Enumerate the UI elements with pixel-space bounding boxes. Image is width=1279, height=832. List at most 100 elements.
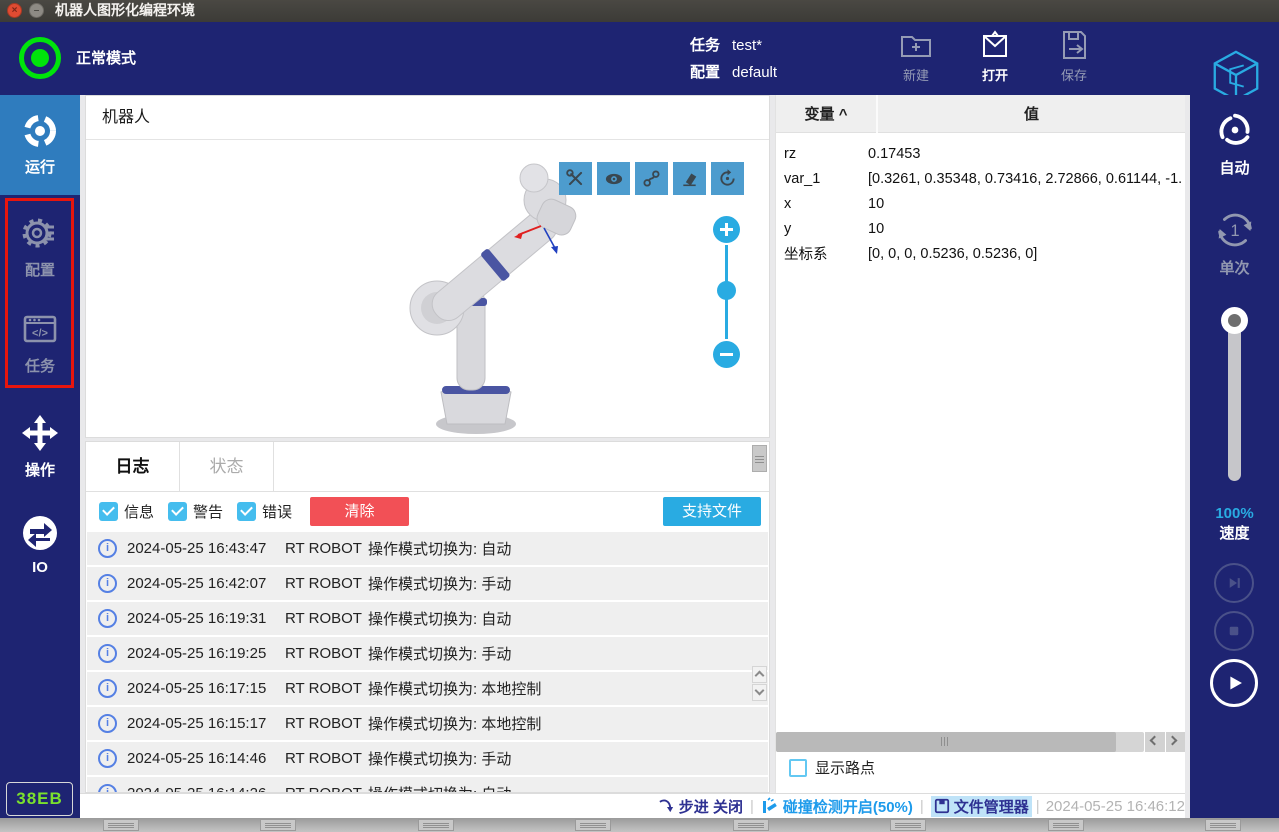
scroll-right-icon[interactable] xyxy=(1166,732,1186,752)
scroll-up-icon[interactable] xyxy=(752,666,767,683)
new-folder-icon xyxy=(887,27,945,63)
scroll-down-icon[interactable] xyxy=(752,684,767,701)
log-scrollbar-thumb[interactable] xyxy=(752,445,767,472)
log-row[interactable]: 2024-05-25 16:43:47 RT ROBOT 操作模式切换为: 自动 xyxy=(87,532,768,565)
eye-icon[interactable] xyxy=(597,162,630,195)
file-manager-status[interactable]: 文件管理器 xyxy=(930,795,1032,817)
header: 正常模式 任务 test* 配置 default 新建 打开 保存 xyxy=(0,22,1279,102)
robot-panel: 机器人 xyxy=(85,95,770,438)
info-icon xyxy=(98,574,117,593)
zoom-slider[interactable] xyxy=(716,245,736,339)
scroll-left-icon[interactable] xyxy=(1145,732,1165,752)
log-tabs: 日志 状态 xyxy=(86,442,769,492)
task-config-info: 任务 test* 配置 default xyxy=(690,32,777,86)
taskbar-thumbnail[interactable] xyxy=(575,819,611,831)
tools-icon[interactable] xyxy=(559,162,592,195)
step-arrow-icon xyxy=(659,799,673,812)
variable-row[interactable]: rz 0.17453 xyxy=(776,141,1185,166)
variable-row[interactable]: 坐标系 [0, 0, 0, 0.5236, 0.5236, 0] xyxy=(776,241,1185,266)
variables-value-header[interactable]: 值 xyxy=(878,103,1185,124)
log-row[interactable]: 2024-05-25 16:19:25 RT ROBOT 操作模式切换为: 手动 xyxy=(87,637,768,670)
zoom-slider-handle[interactable] xyxy=(716,281,736,300)
operate-label: 操作 xyxy=(24,462,55,479)
variable-row[interactable]: y 10 xyxy=(776,216,1185,241)
variables-panel: 变量 ^ 值 rz 0.17453 var_1 [0.3261, 0.35348… xyxy=(775,94,1186,793)
new-button[interactable]: 新建 xyxy=(887,27,945,84)
stop-button[interactable] xyxy=(1214,611,1254,651)
rotate-icon[interactable] xyxy=(711,162,744,195)
collision-icon xyxy=(762,797,777,813)
sidebar-item-io[interactable]: IO xyxy=(0,513,80,576)
checkbox-warning[interactable] xyxy=(168,501,188,521)
right-sidebar: 自动 1 单次 100% 速度 xyxy=(1190,95,1279,818)
taskbar-thumbnail[interactable] xyxy=(1048,819,1084,831)
variable-value: 10 xyxy=(868,195,885,212)
robot-3d-view[interactable] xyxy=(86,140,769,436)
log-row[interactable]: 2024-05-25 16:14:46 RT ROBOT 操作模式切换为: 手动 xyxy=(87,742,768,775)
task-label: 任务 xyxy=(690,37,721,54)
hscroll-thumb[interactable] xyxy=(776,732,1116,752)
variable-row[interactable]: x 10 xyxy=(776,191,1185,216)
robot-panel-title: 机器人 xyxy=(86,96,769,140)
zoom-in-icon[interactable] xyxy=(712,216,740,243)
sidebar-item-config[interactable]: 配置 xyxy=(0,213,80,280)
collision-status[interactable]: 碰撞检测开启(50%) xyxy=(761,796,913,817)
path-icon[interactable] xyxy=(635,162,668,195)
io-label: IO xyxy=(32,559,48,576)
skip-button[interactable] xyxy=(1214,563,1254,603)
app-window: 机器人图形化编程环境 正常模式 任务 test* 配置 default 新建 打开 xyxy=(0,0,1279,832)
variables-name-header[interactable]: 变量 ^ xyxy=(776,103,876,124)
tab-status[interactable]: 状态 xyxy=(180,442,274,491)
speed-readout: 100% 速度 xyxy=(1190,505,1279,543)
clear-button[interactable]: 清除 xyxy=(310,496,410,526)
status-badge: 38EB xyxy=(6,782,73,816)
taskbar-thumbnail[interactable] xyxy=(733,819,769,831)
sidebar-item-task[interactable]: </> 任务 xyxy=(0,309,80,376)
log-source: RT ROBOT xyxy=(285,610,362,627)
taskbar-thumbnail[interactable] xyxy=(890,819,926,831)
mode-single-button[interactable]: 1 单次 xyxy=(1190,207,1279,278)
support-files-button[interactable]: 支持文件 xyxy=(663,497,761,526)
zoom-out-icon[interactable] xyxy=(712,341,740,368)
titlebar: 机器人图形化编程环境 xyxy=(0,0,1279,22)
taskbar-thumbnail[interactable] xyxy=(1205,819,1241,831)
save-button[interactable]: 保存 xyxy=(1045,27,1103,84)
speed-slider-handle[interactable] xyxy=(1221,307,1248,334)
log-row[interactable]: 2024-05-25 16:17:15 RT ROBOT 操作模式切换为: 本地… xyxy=(87,672,768,705)
variable-name: x xyxy=(784,195,792,212)
log-row[interactable]: 2024-05-25 16:42:07 RT ROBOT 操作模式切换为: 手动 xyxy=(87,567,768,600)
show-waypoints-checkbox[interactable] xyxy=(789,758,807,777)
checkbox-warning-label: 警告 xyxy=(193,503,224,521)
log-list[interactable]: 2024-05-25 16:43:47 RT ROBOT 操作模式切换为: 自动… xyxy=(86,530,769,792)
log-message: 操作模式切换为: 本地控制 xyxy=(368,681,542,698)
config-row: 配置 default xyxy=(690,59,777,86)
log-message: 操作模式切换为: 自动 xyxy=(368,611,512,628)
tab-log[interactable]: 日志 xyxy=(86,442,180,491)
close-icon[interactable] xyxy=(7,3,22,18)
log-message: 操作模式切换为: 手动 xyxy=(368,646,512,663)
log-row[interactable]: 2024-05-25 16:14:26 RT ROBOT 操作模式切换为: 自动 xyxy=(87,777,768,792)
taskbar-thumbnail[interactable] xyxy=(260,819,296,831)
checkbox-info-label: 信息 xyxy=(124,503,155,521)
checkbox-error[interactable] xyxy=(237,501,257,521)
log-row[interactable]: 2024-05-25 16:19:31 RT ROBOT 操作模式切换为: 自动 xyxy=(87,602,768,635)
mode-auto-button[interactable]: 自动 xyxy=(1190,107,1279,178)
speed-slider-track[interactable] xyxy=(1228,321,1241,481)
taskbar-thumbnail[interactable] xyxy=(418,819,454,831)
auto-swirl-icon xyxy=(1190,107,1279,153)
status-separator: | xyxy=(749,797,754,815)
config-label: 配置 xyxy=(24,262,55,279)
open-button[interactable]: 打开 xyxy=(966,27,1024,84)
auto-label: 自动 xyxy=(1219,160,1250,177)
taskbar-thumbnail[interactable] xyxy=(103,819,139,831)
step-status[interactable]: 步进 关闭 xyxy=(658,796,743,817)
variable-row[interactable]: var_1 [0.3261, 0.35348, 0.73416, 2.72866… xyxy=(776,166,1185,191)
minimize-icon[interactable] xyxy=(29,3,44,18)
sidebar-item-operate[interactable]: 操作 xyxy=(0,413,80,480)
log-row[interactable]: 2024-05-25 16:15:17 RT ROBOT 操作模式切换为: 本地… xyxy=(87,707,768,740)
eraser-icon[interactable] xyxy=(673,162,706,195)
play-button[interactable] xyxy=(1210,659,1258,707)
checkbox-info[interactable] xyxy=(99,501,118,521)
sidebar-item-run[interactable]: 运行 xyxy=(0,95,80,195)
variable-value: [0.3261, 0.35348, 0.73416, 2.72866, 0.61… xyxy=(868,170,1183,187)
